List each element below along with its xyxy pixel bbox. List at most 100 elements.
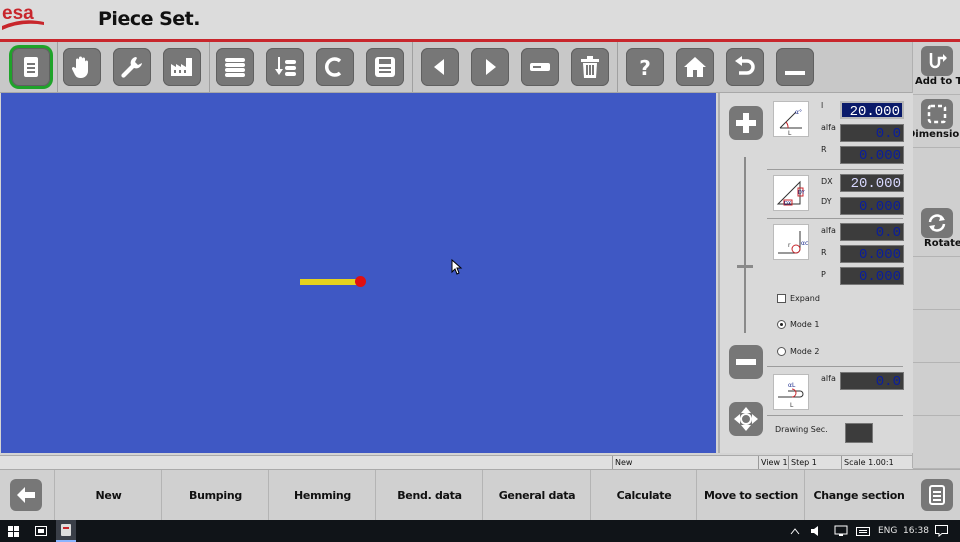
wrench-icon: [121, 57, 142, 78]
right-empty-slot: [913, 257, 960, 310]
minus-box-icon: [530, 63, 550, 71]
menu-button[interactable]: [921, 479, 953, 511]
taskbar-app-esa[interactable]: [56, 520, 76, 542]
calculate-button[interactable]: Calculate: [590, 470, 697, 521]
angle-length-diagram-icon: α° L: [773, 101, 809, 137]
length-field[interactable]: 20.000: [840, 101, 904, 120]
drawing-sec-field[interactable]: [845, 423, 873, 443]
delete-button[interactable]: [571, 48, 609, 86]
dx-field[interactable]: 20.000: [840, 174, 904, 192]
drawing-canvas[interactable]: [1, 93, 716, 453]
alfa-field[interactable]: 0.0: [840, 223, 904, 241]
windows-start-icon[interactable]: [8, 526, 19, 537]
database-button[interactable]: [216, 48, 254, 86]
undo-button[interactable]: [726, 48, 764, 86]
database-arrow-button[interactable]: [266, 48, 304, 86]
trash-icon: [581, 56, 599, 78]
piece-endpoint[interactable]: [355, 276, 366, 287]
new-button[interactable]: New: [54, 470, 162, 521]
radio-dot[interactable]: [777, 320, 786, 329]
esa-logo: esa: [2, 2, 46, 32]
bend-data-button[interactable]: Bend. data: [375, 470, 483, 521]
piece-segment[interactable]: [300, 279, 358, 285]
home-icon: [684, 57, 706, 77]
dimensioning-label: Dimensioning: [907, 129, 960, 140]
hem-angle-diagram-icon: αL L: [773, 374, 809, 410]
help-icon: ?: [639, 56, 651, 80]
document-button[interactable]: [12, 48, 50, 86]
network-icon[interactable]: [834, 525, 848, 537]
expand-label: Expand: [790, 294, 820, 303]
c-button[interactable]: [316, 48, 354, 86]
status-state: New: [612, 456, 758, 469]
clock[interactable]: 16:38: [903, 520, 929, 542]
add-to-tail-label: Add to Tail: [915, 76, 960, 87]
notification-icon[interactable]: [935, 525, 948, 537]
back-button[interactable]: [10, 479, 42, 511]
zoom-slider-track[interactable]: [744, 157, 746, 333]
dimensioning-button[interactable]: Dimensioning: [907, 95, 960, 148]
radio-dot[interactable]: [777, 347, 786, 356]
plus-icon: [736, 113, 756, 133]
rotate-button[interactable]: Rotate: [913, 204, 960, 257]
undo-icon: [735, 56, 755, 75]
arrow-left-icon: [434, 59, 444, 75]
database-icon: [225, 58, 245, 77]
factory-button[interactable]: [163, 48, 201, 86]
page-title: Piece Set.: [98, 8, 200, 30]
factory-icon: [171, 58, 192, 76]
mode1-label: Mode 1: [790, 320, 820, 329]
dy-field[interactable]: 0.000: [840, 197, 904, 215]
general-data-button[interactable]: General data: [482, 470, 591, 521]
zoom-slider-handle[interactable]: [737, 265, 753, 268]
pan-button[interactable]: [729, 402, 763, 436]
keyboard-icon[interactable]: [856, 525, 870, 537]
radius-field[interactable]: 0.000: [840, 245, 904, 263]
svg-text:DX: DX: [784, 201, 792, 207]
task-view-icon[interactable]: [35, 526, 47, 536]
save-button[interactable]: [366, 48, 404, 86]
section-divider: [767, 169, 903, 170]
segment-button[interactable]: [521, 48, 559, 86]
mode2-radio[interactable]: Mode 2: [777, 347, 819, 356]
language-indicator[interactable]: ENG: [878, 520, 897, 542]
checkbox-box[interactable]: [777, 294, 786, 303]
r-label: R: [821, 145, 827, 154]
zoom-in-button[interactable]: [729, 106, 763, 140]
app-icon: [61, 524, 71, 536]
right-empty-slot: [913, 310, 960, 363]
zoom-out-button[interactable]: [729, 345, 763, 379]
previous-button[interactable]: [421, 48, 459, 86]
minimize-button[interactable]: [776, 48, 814, 86]
add-to-tail-button[interactable]: Add to Tail: [913, 42, 960, 95]
alfa-label: alfa: [821, 374, 836, 383]
expand-checkbox[interactable]: Expand: [777, 294, 820, 303]
right-empty-slot: [913, 416, 960, 469]
p-field[interactable]: 0.000: [840, 267, 904, 285]
svg-text:r: r: [788, 242, 791, 249]
home-button[interactable]: [676, 48, 714, 86]
angle-radius-diagram-icon: αc r: [773, 224, 809, 260]
dx-label: DX: [821, 177, 833, 186]
bumping-button[interactable]: Bumping: [161, 470, 269, 521]
svg-text:α°: α°: [795, 109, 802, 116]
move-to-section-button[interactable]: Move to section: [696, 470, 805, 521]
radius-field[interactable]: 0.000: [840, 146, 904, 164]
alfa-field[interactable]: 0.0: [840, 372, 904, 390]
speaker-icon[interactable]: [810, 525, 822, 537]
right-action-column: Add to Tail Dimensioning Rotate: [907, 42, 960, 469]
change-section-button[interactable]: Change section: [804, 470, 913, 521]
chevron-up-icon[interactable]: [790, 527, 800, 535]
next-button[interactable]: [471, 48, 509, 86]
status-scale: Scale 1.00:1: [841, 456, 912, 469]
hemming-button[interactable]: Hemming: [268, 470, 376, 521]
mouse-cursor-icon: [451, 259, 463, 275]
alfa-field[interactable]: 0.0: [840, 124, 904, 142]
wrench-button[interactable]: [113, 48, 151, 86]
help-button[interactable]: ?: [626, 48, 664, 86]
mode1-radio[interactable]: Mode 1: [777, 320, 819, 329]
status-bar: New View 1 Step 1 Scale 1.00:1: [0, 455, 912, 469]
p-label: P: [821, 270, 826, 279]
hand-button[interactable]: [63, 48, 101, 86]
dx-dy-diagram-icon: DX DY: [773, 175, 809, 211]
